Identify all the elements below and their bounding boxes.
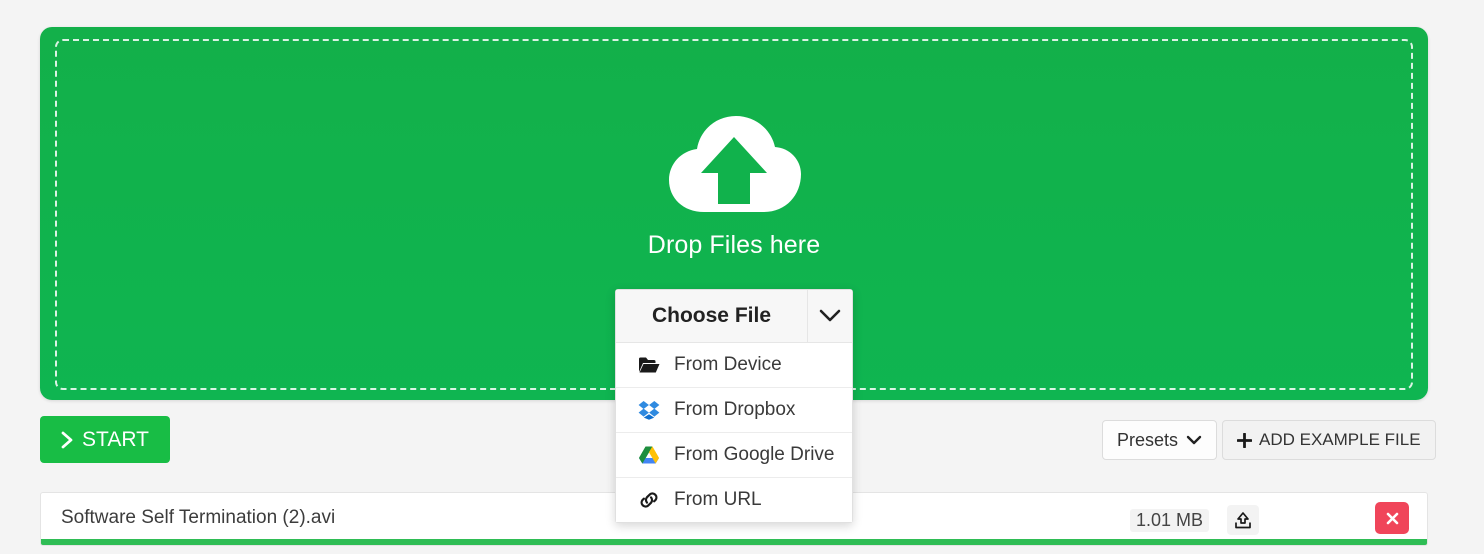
upload-progress-fill	[41, 539, 1427, 545]
add-example-file-label: ADD EXAMPLE FILE	[1259, 430, 1421, 449]
chevron-down-icon[interactable]	[807, 290, 852, 342]
file-size: 1.01 MB	[1129, 509, 1209, 532]
menu-item-from-google-drive[interactable]: From Google Drive	[616, 433, 852, 478]
menu-item-from-url[interactable]: From URL	[616, 478, 852, 522]
menu-item-label: From Google Drive	[674, 444, 835, 465]
choose-file-header[interactable]: Choose File	[616, 290, 852, 343]
google-drive-icon	[636, 444, 662, 466]
cloud-upload-icon	[669, 116, 801, 212]
presets-button[interactable]: Presets	[1102, 420, 1218, 460]
presets-button-label: Presets	[1117, 429, 1179, 450]
file-name: Software Self Termination (2).avi	[61, 507, 336, 528]
menu-item-from-device[interactable]: From Device	[616, 343, 852, 388]
folder-open-icon	[636, 354, 662, 376]
dropzone-label: Drop Files here	[647, 231, 821, 259]
delete-file-button[interactable]	[1375, 502, 1409, 534]
choose-file-dropdown[interactable]: Choose File From Device From Dropbox Fro…	[615, 289, 853, 523]
chevron-down-icon	[1186, 435, 1202, 444]
dropbox-icon	[636, 399, 662, 421]
menu-item-label: From URL	[674, 489, 762, 510]
chevron-right-icon	[61, 431, 73, 448]
plus-icon	[1237, 432, 1252, 448]
upload-progress-bar	[41, 539, 1427, 545]
menu-item-label: From Dropbox	[674, 399, 796, 420]
add-example-file-button[interactable]: ADD EXAMPLE FILE	[1222, 420, 1436, 460]
dropzone-content: Drop Files here	[40, 109, 1428, 260]
upload-tray-icon[interactable]	[1227, 505, 1259, 535]
close-x-icon	[1386, 512, 1398, 524]
start-button-label: START	[82, 427, 149, 451]
link-icon	[636, 489, 662, 511]
choose-file-button[interactable]: Choose File	[616, 290, 807, 342]
start-button[interactable]: START	[40, 416, 170, 463]
menu-item-from-dropbox[interactable]: From Dropbox	[616, 388, 852, 433]
menu-item-label: From Device	[674, 354, 782, 375]
